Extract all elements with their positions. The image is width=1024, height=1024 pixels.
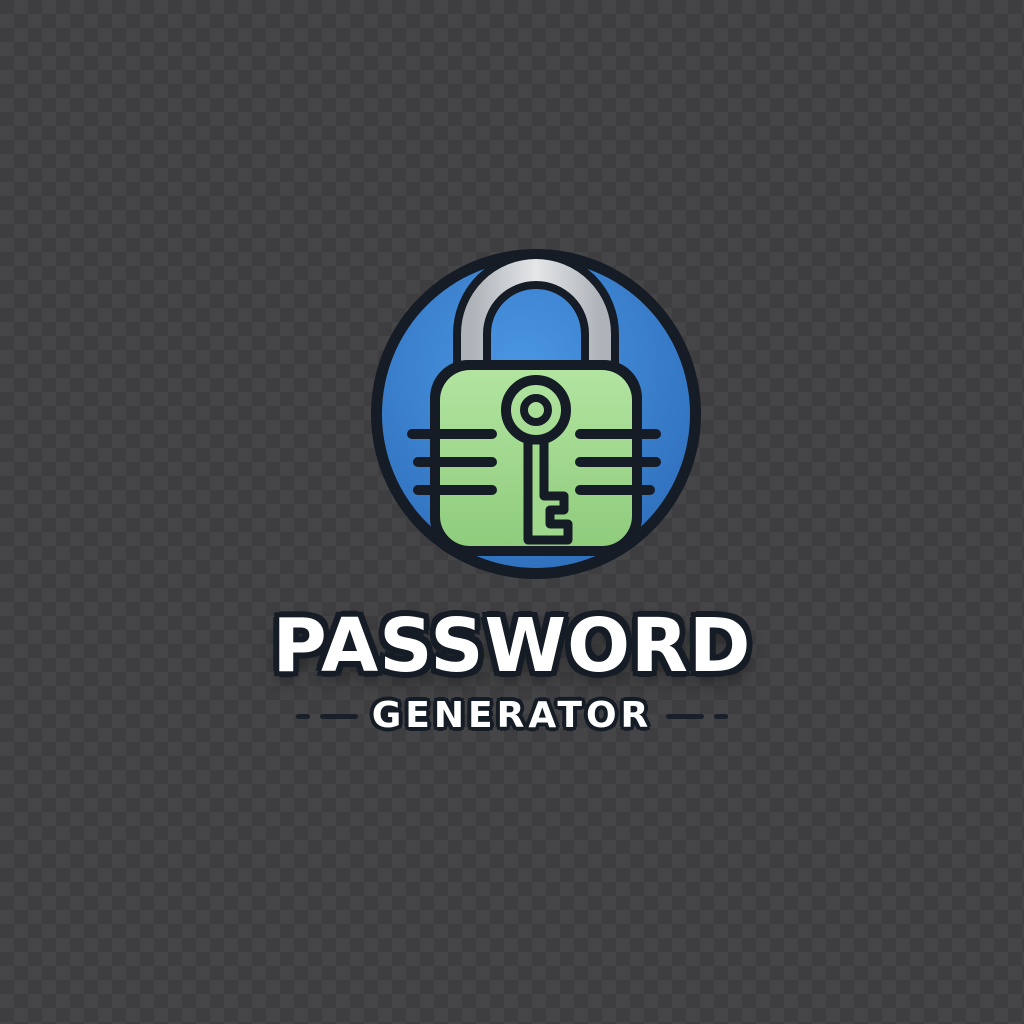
logo-canvas: PASSWORD GENERATOR xyxy=(0,0,1024,1024)
padlock-key-icon xyxy=(364,242,708,586)
logo-subtitle: GENERATOR xyxy=(371,695,653,736)
subtitle-row: GENERATOR xyxy=(0,688,1024,744)
logo-title: PASSWORD xyxy=(272,603,752,689)
left-divider xyxy=(295,713,358,719)
right-divider xyxy=(666,713,729,719)
